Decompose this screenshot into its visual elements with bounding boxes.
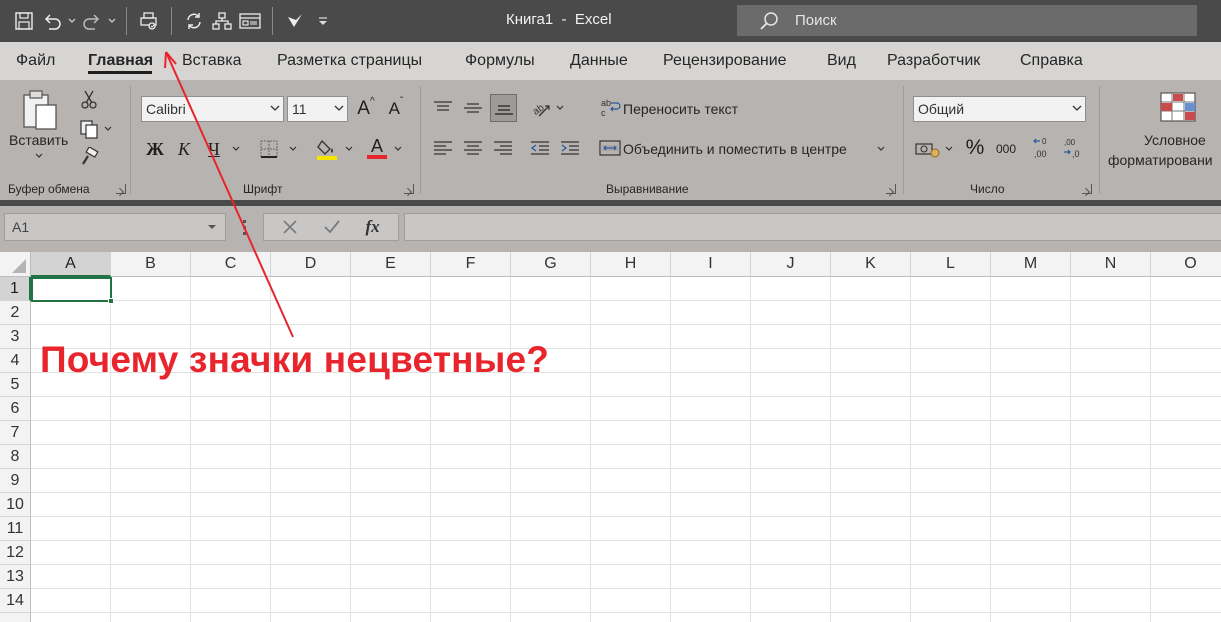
annotation-arrow bbox=[164, 51, 294, 338]
annotation-question: Почему значки нецветные? bbox=[40, 339, 550, 380]
